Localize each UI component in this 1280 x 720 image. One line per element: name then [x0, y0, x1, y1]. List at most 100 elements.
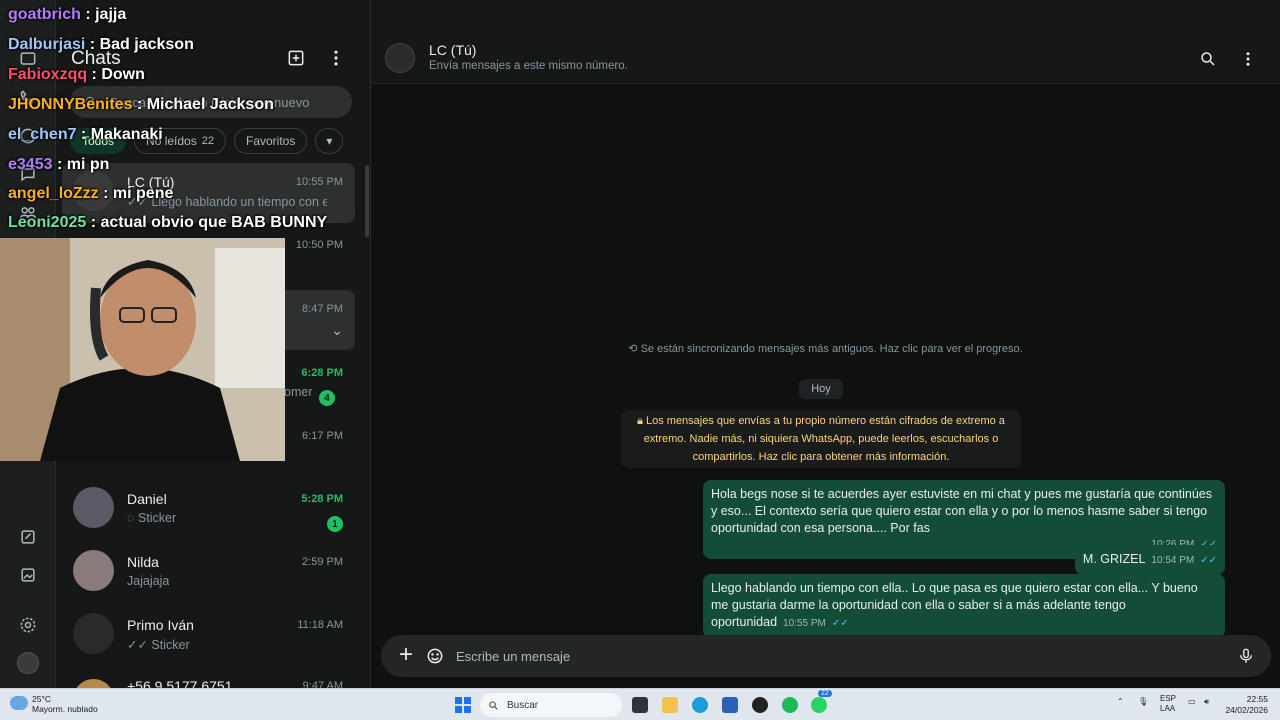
stream-chat-line: Dalburjasi : Bad jackson: [8, 36, 194, 53]
attach-plus-icon[interactable]: +: [394, 643, 418, 668]
filter-count: 22: [201, 135, 214, 147]
chat-message: mi pn: [66, 156, 110, 173]
chat-time: 5:28 PM: [301, 493, 343, 505]
chat-item-primo-ivan[interactable]: Primo Iván ✓✓ Sticker 11:18 AM: [62, 606, 355, 666]
conversation-header[interactable]: LC (Tú) Envía mensajes a este mismo núme…: [371, 0, 1280, 84]
encryption-notice[interactable]: 🔒︎ Los mensajes que envías a tu propio n…: [621, 410, 1021, 468]
microphone-icon[interactable]: 🎙︎: [1138, 697, 1148, 706]
chat-username: JHONNYBenites: [8, 96, 133, 113]
sync-icon: ⟲: [628, 343, 641, 355]
avatar: [73, 550, 114, 591]
whatsapp-window: — ▢ ✕ Chats: [0, 0, 1280, 688]
file-explorer-icon[interactable]: [662, 697, 678, 713]
chat-list-scrollbar[interactable]: [365, 165, 369, 237]
network-icon[interactable]: ▭: [1188, 697, 1196, 706]
system-clock[interactable]: 22:55 24/02/2026: [1225, 694, 1268, 716]
date-separator: Hoy: [799, 379, 843, 399]
stream-chat-line: angel_loZzz : mi pene: [8, 185, 174, 202]
read-ticks-icon: ✓✓: [1200, 555, 1217, 566]
read-ticks-icon: ✓✓: [831, 618, 849, 629]
whatsapp-icon[interactable]: [811, 697, 827, 713]
chat-message: Michael Jackson: [146, 96, 274, 113]
language-indicator[interactable]: ESP LAA: [1160, 694, 1176, 714]
message-time: 10:54 PM: [1151, 555, 1195, 566]
chat-username: Dalburjasi: [8, 36, 86, 53]
chat-message: jajja: [95, 6, 127, 23]
avatar: [73, 679, 114, 688]
message-text: Hola begs nose si te acuerdes ayer estuv…: [711, 487, 1212, 535]
microphone-icon[interactable]: [1237, 646, 1255, 666]
filter-more-dropdown[interactable]: ▾: [315, 128, 344, 154]
chat-message: actual obvio que BAB BUNNY: [100, 214, 328, 231]
chat-preview: Jajajaja: [127, 574, 170, 588]
chat-preview: omer: [284, 385, 313, 399]
message-time: 10:55 PM: [783, 618, 826, 629]
lang-code: ESP: [1160, 694, 1177, 703]
clock-date: 24/02/2026: [1225, 705, 1268, 715]
webcam-overlay: [0, 238, 285, 461]
chat-name: Primo Iván: [127, 617, 194, 633]
clock-time: 22:55: [1246, 694, 1268, 704]
chat-name: Nilda: [127, 554, 159, 570]
windows-taskbar: 25°C Mayorm. nublado Buscar 22 ⌃ 🎙︎ ESP LA…: [0, 688, 1280, 720]
volume-icon[interactable]: 🔊︎: [1204, 697, 1209, 707]
meta-ai-icon[interactable]: [16, 525, 40, 549]
sync-notice[interactable]: ⟲ Se están sincronizando mensajes más an…: [371, 342, 1280, 355]
taskbar-search[interactable]: Buscar: [480, 693, 622, 717]
message-input[interactable]: [456, 635, 1216, 677]
chat-preview: ✓✓ Sticker: [127, 638, 190, 652]
spotify-icon[interactable]: [782, 697, 798, 713]
contact-name: LC (Tú): [429, 42, 477, 58]
conversation-panel: LC (Tú) Envía mensajes a este mismo núme…: [371, 0, 1280, 688]
avatar[interactable]: [385, 43, 415, 73]
chat-time: 10:50 PM: [295, 239, 343, 251]
notification-badge: 22: [818, 690, 832, 697]
filter-favorites[interactable]: Favoritos: [233, 128, 308, 154]
start-button[interactable]: [455, 697, 471, 713]
chat-name: Daniel: [127, 491, 167, 507]
filter-label: Favoritos: [245, 134, 296, 148]
emoji-icon[interactable]: [425, 646, 445, 666]
stream-chat-line: Fabioxzqq : Down: [8, 66, 145, 83]
task-view-icon[interactable]: [632, 697, 648, 713]
chat-message: mi pene: [112, 185, 174, 202]
chevron-up-icon[interactable]: ⌃: [1117, 697, 1124, 706]
chat-time: 2:59 PM: [302, 556, 343, 568]
chat-time: 6:28 PM: [301, 367, 343, 379]
lock-icon: 🔒︎: [637, 415, 646, 427]
chat-item-daniel[interactable]: Daniel ◌ Sticker 5:28 PM 1: [62, 480, 355, 540]
message-bubble[interactable]: Llego hablando un tiempo con ella.. Lo q…: [703, 574, 1225, 638]
search-icon[interactable]: [1199, 50, 1221, 72]
chat-message: Makanaki: [90, 126, 163, 143]
chat-name: +56 9 5177 6751: [127, 678, 233, 688]
settings-icon[interactable]: [16, 613, 40, 637]
chat-time: 10:55 PM: [295, 176, 343, 188]
store-icon[interactable]: [722, 697, 738, 713]
media-icon[interactable]: [16, 563, 40, 587]
stream-chat-line: e3453 : mi pn: [8, 156, 110, 173]
chevron-down-icon[interactable]: ⌄: [331, 322, 343, 339]
edge-icon[interactable]: [692, 697, 708, 713]
message-bubble[interactable]: M. GRIZEL 10:54 PM ✓✓: [1074, 545, 1225, 575]
weather-temp: 25°C: [32, 694, 51, 704]
message-composer: +: [381, 635, 1271, 677]
chat-time: 9:47 AM: [302, 680, 343, 688]
chat-username: Leoni2025: [8, 214, 87, 231]
chat-time: 6:17 PM: [302, 430, 343, 442]
unread-badge: 1: [327, 516, 343, 532]
chat-time: 11:18 AM: [297, 619, 343, 631]
new-chat-icon[interactable]: [286, 48, 308, 70]
stream-chat-line: JHONNYBenites : Michael Jackson: [8, 96, 274, 113]
contact-subtitle: Envía mensajes a este mismo número.: [429, 60, 628, 72]
menu-icon[interactable]: [1239, 50, 1261, 72]
chat-item-nilda[interactable]: Nilda Jajajaja 2:59 PM: [62, 543, 355, 603]
search-icon: [489, 700, 498, 709]
chat-item[interactable]: +56 9 5177 6751 9:47 AM: [62, 672, 355, 688]
weather-icon: [10, 696, 28, 710]
avatar: [73, 487, 114, 528]
taskbar-search-label: Buscar: [507, 699, 539, 711]
stream-chat-line: goatbrich : jajja: [8, 6, 127, 23]
menu-icon[interactable]: [326, 48, 348, 70]
app-icon[interactable]: [752, 697, 768, 713]
profile-avatar[interactable]: [17, 652, 39, 674]
